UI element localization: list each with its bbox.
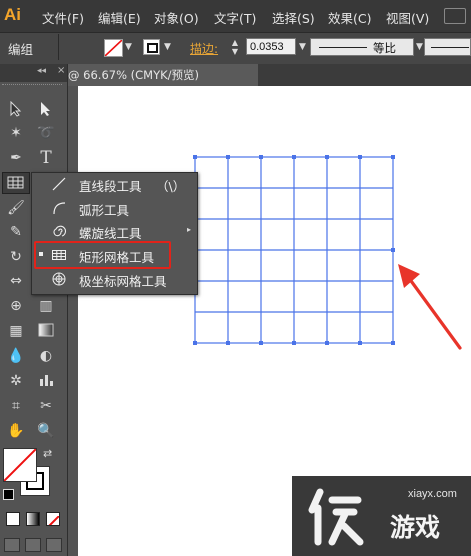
divider (58, 34, 59, 60)
draw-normal-icon[interactable] (4, 538, 20, 552)
width-tool-icon[interactable]: ⇔ (4, 270, 28, 292)
spiral-icon (53, 225, 66, 237)
draw-inside-icon[interactable] (46, 538, 62, 552)
flyout-item-line-segment[interactable]: 直线段工具 （\） (31, 172, 196, 196)
profile-line-icon (319, 47, 367, 48)
stroke-swatch[interactable] (143, 39, 160, 55)
shape-builder-tool-icon[interactable]: ⊕ (4, 295, 28, 317)
menu-type[interactable]: 文字(T) (214, 8, 256, 27)
flyout-item-label: 直线段工具 (79, 179, 142, 194)
app-logo: Ai (4, 5, 21, 24)
document-tab-title: @ 66.67% (CMYK/预览) (68, 68, 200, 82)
stroke-stepper-icon[interactable]: ▲ ▼ (228, 38, 242, 56)
artboard-tool-icon[interactable]: ⌗ (4, 395, 28, 417)
stroke-square-icon (147, 43, 158, 53)
gradient-tool-icon[interactable] (34, 320, 58, 342)
no-fill-icon (4, 449, 36, 481)
flyout-item-label: 极坐标网格工具 (79, 274, 167, 289)
mesh-tool-icon[interactable]: ▦ (4, 320, 28, 342)
blob-brush-tool-icon[interactable]: ✎ (4, 221, 28, 243)
symbol-sprayer-tool-icon[interactable]: ✲ (4, 370, 28, 392)
column-graph-tool-icon[interactable] (34, 370, 58, 392)
perspective-grid-tool-icon[interactable]: ▥ (34, 295, 58, 317)
selection-type-label: 编组 (8, 42, 34, 57)
hand-tool-icon[interactable]: ✋ (4, 420, 28, 442)
default-colors-icon[interactable] (3, 489, 14, 500)
draw-behind-icon[interactable] (25, 538, 41, 552)
watermark-brand: 游戏 (390, 513, 441, 542)
slice-tool-icon[interactable]: ✂ (34, 395, 58, 417)
fill-dropdown-chevron-icon[interactable]: ▼ (125, 42, 132, 52)
variable-width-profile-select[interactable]: 等比 (310, 38, 414, 56)
gradient-mode-icon[interactable] (26, 512, 40, 526)
watermark-domain: xiayx.com (408, 488, 457, 500)
menu-effect[interactable]: 效果(C) (328, 8, 371, 27)
line-segment-tool-group-icon[interactable] (2, 172, 30, 194)
rotate-tool-icon[interactable]: ↻ (4, 246, 28, 268)
brush-line-icon (431, 47, 469, 48)
color-mode-icon[interactable] (6, 512, 20, 526)
document-tab[interactable]: @ 66.67% (CMYK/预览) (68, 64, 258, 86)
tools-panel-header: ◂◂ × (0, 64, 67, 82)
shortcut-label: （\） (156, 179, 186, 194)
fill-none-swatch[interactable] (104, 39, 123, 57)
panel-grip[interactable] (2, 84, 62, 87)
direct-selection-tool-icon[interactable] (34, 98, 58, 120)
watermark-logo-icon (308, 488, 364, 546)
stroke-weight-label[interactable]: 描边: (190, 40, 218, 57)
menu-object[interactable]: 对象(O) (154, 8, 199, 27)
profile-label: 等比 (373, 41, 396, 55)
blend-tool-icon[interactable]: ◐ (34, 345, 58, 367)
brush-definition-select[interactable] (424, 38, 471, 56)
menu-edit[interactable]: 编辑(E) (98, 8, 141, 27)
flyout-item-arc[interactable]: 弧形工具 (31, 196, 196, 220)
paintbrush-tool-icon[interactable]: 🖌 (4, 197, 28, 219)
profile-chevron-icon[interactable]: ▼ (416, 42, 423, 52)
window-icon[interactable] (444, 8, 466, 24)
none-mode-icon[interactable] (46, 512, 60, 526)
rectangular-grid-artwork[interactable] (190, 152, 400, 348)
highlight-annotation-box (34, 241, 171, 269)
menu-file[interactable]: 文件(F) (42, 8, 84, 27)
watermark-overlay: xiayx.com 游戏 (292, 476, 471, 556)
line-segment-icon (52, 177, 66, 191)
stroke-dropdown-chevron-icon[interactable]: ▼ (164, 42, 171, 52)
menu-select[interactable]: 选择(S) (272, 8, 315, 27)
arc-icon (53, 202, 66, 215)
type-tool-icon[interactable]: T (34, 147, 58, 169)
stroke-weight-input[interactable]: 0.0353 (246, 38, 296, 55)
fill-color-swatch[interactable] (3, 448, 37, 482)
flyout-item-label: 螺旋线工具 (79, 226, 142, 241)
magic-wand-tool-icon[interactable]: ✶ (4, 122, 28, 144)
stroke-weight-chevron-icon[interactable]: ▼ (299, 42, 306, 52)
flyout-item-spiral[interactable]: 螺旋线工具 ▸ (31, 219, 196, 243)
selection-tool-icon[interactable] (4, 98, 28, 120)
close-panel-icon[interactable]: × (57, 65, 65, 76)
pen-tool-icon[interactable]: ✒ (4, 147, 28, 169)
flyout-item-polar-grid[interactable]: 极坐标网格工具 (31, 267, 196, 291)
swap-colors-icon[interactable]: ⇄ (43, 447, 52, 460)
lasso-tool-icon[interactable]: ➰ (34, 122, 58, 144)
polar-grid-icon (52, 272, 66, 286)
no-fill-icon (105, 40, 122, 56)
flyout-item-label: 弧形工具 (79, 203, 130, 218)
annotation-arrow-icon (398, 264, 462, 350)
submenu-arrow-icon: ▸ (187, 225, 192, 234)
zoom-tool-icon[interactable]: 🔍 (34, 420, 58, 442)
menu-view[interactable]: 视图(V) (386, 8, 429, 27)
collapse-panel-icon[interactable]: ◂◂ (37, 66, 46, 76)
eyedropper-tool-icon[interactable]: 💧 (4, 345, 28, 367)
